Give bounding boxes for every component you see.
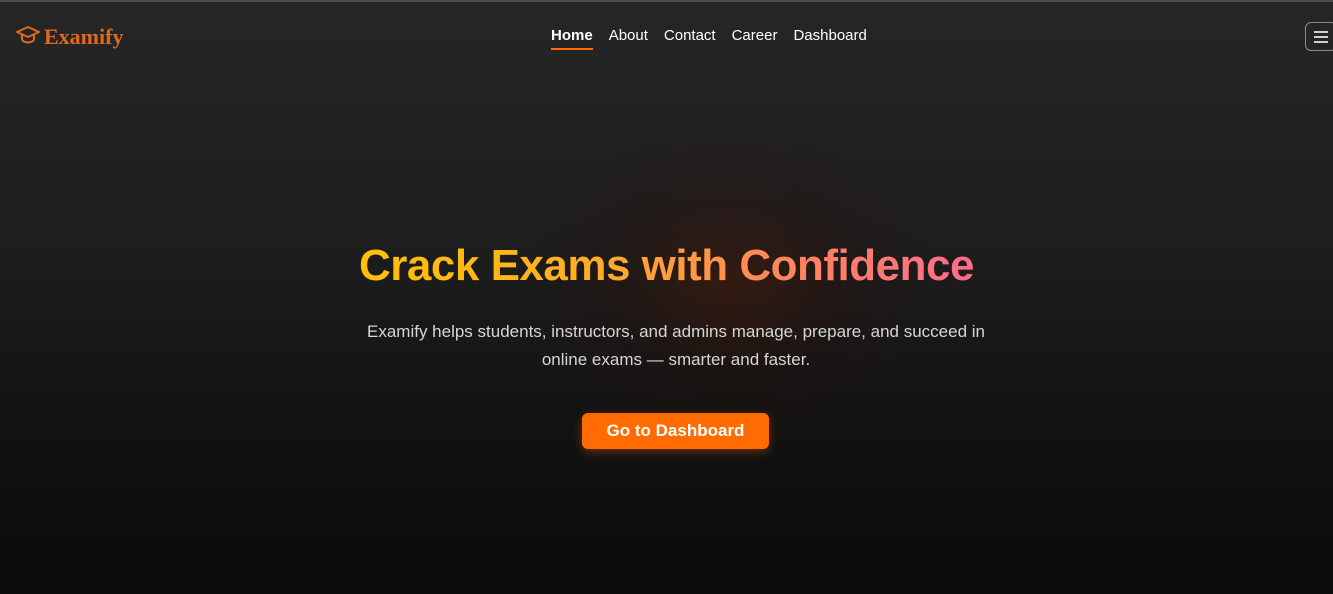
hero-title: Crack Exams with Confidence <box>0 238 1333 294</box>
hero-title-text: Crack Exams with Confidence <box>359 241 974 290</box>
go-to-dashboard-button[interactable]: Go to Dashboard <box>582 413 769 449</box>
hero-section: Crack Exams with Confidence Examify help… <box>0 2 1333 594</box>
hero-subtitle: Examify helps students, instructors, and… <box>366 322 985 369</box>
